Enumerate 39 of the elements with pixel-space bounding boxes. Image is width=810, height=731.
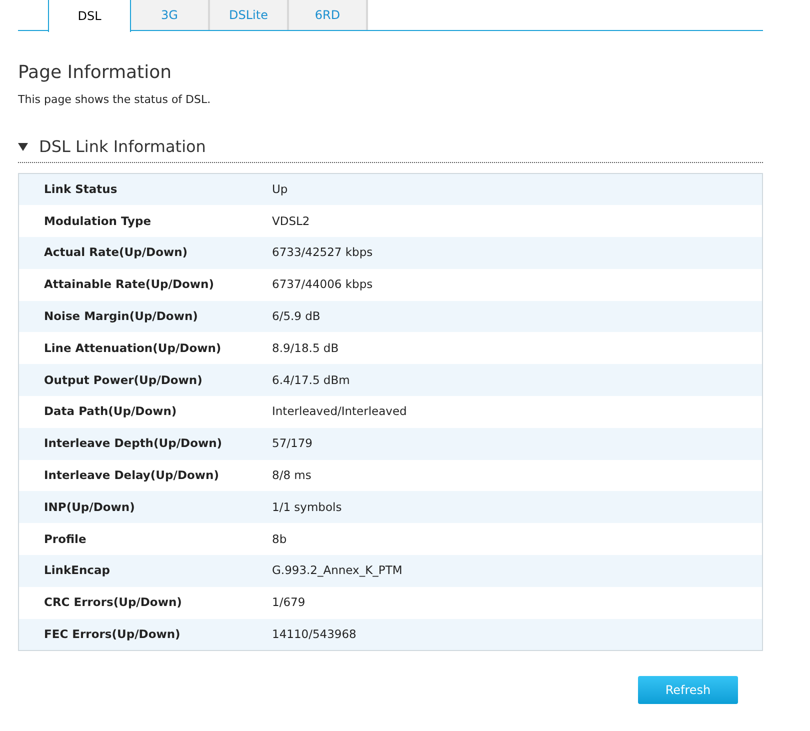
row-label: Line Attenuation(Up/Down): [44, 340, 222, 357]
tab[interactable]: DSLite: [210, 0, 289, 30]
row-value: 8/8 ms: [272, 466, 312, 484]
row-value: 6.4/17.5 dBm: [272, 372, 350, 389]
refresh-button[interactable]: Refresh: [638, 676, 738, 704]
page-description: This page shows the status of DSL.: [18, 92, 212, 108]
row-label: Profile: [44, 530, 88, 548]
row-label: Output Power(Up/Down): [44, 372, 204, 389]
row-value: 8b: [272, 530, 287, 548]
row-value: 6/5.9 dB: [272, 308, 320, 325]
tab[interactable]: DSL: [48, 0, 131, 32]
row-label: INP(Up/Down): [44, 498, 136, 516]
page-title: Page Information: [18, 62, 172, 84]
row-value: 1/679: [272, 594, 306, 612]
row-value: 1/1 symbols: [272, 498, 342, 516]
row-value: VDSL2: [272, 212, 310, 230]
row-label: Data Path(Up/Down): [44, 403, 178, 420]
row-value: 57/179: [272, 435, 312, 452]
row-value: 6733/42527 kbps: [272, 244, 373, 262]
tab[interactable]: 6RD: [289, 0, 368, 30]
row-value: G.993.2_Annex_K_PTM: [272, 562, 402, 580]
row-label: FEC Errors(Up/Down): [44, 626, 182, 643]
row-label: CRC Errors(Up/Down): [44, 594, 183, 612]
row-label: Actual Rate(Up/Down): [44, 244, 189, 262]
collapse-icon[interactable]: [18, 142, 28, 152]
row-value: 8.9/18.5 dB: [272, 340, 339, 357]
row-value: 6737/44006 kbps: [272, 276, 373, 294]
row-label: Link Status: [44, 180, 118, 198]
row-label: Modulation Type: [44, 212, 152, 230]
row-label: Interleave Depth(Up/Down): [44, 435, 224, 452]
row-value: Interleaved/Interleaved: [272, 403, 407, 420]
row-label: Attainable Rate(Up/Down): [44, 276, 215, 294]
tab[interactable]: 3G: [131, 0, 210, 30]
row-label: Interleave Delay(Up/Down): [44, 466, 220, 484]
section-title: DSL Link Information: [39, 136, 206, 158]
row-label: Noise Margin(Up/Down): [44, 308, 199, 325]
row-label: LinkEncap: [44, 562, 111, 580]
row-value: 14110/543968: [272, 626, 356, 643]
row-value: Up: [272, 180, 288, 198]
